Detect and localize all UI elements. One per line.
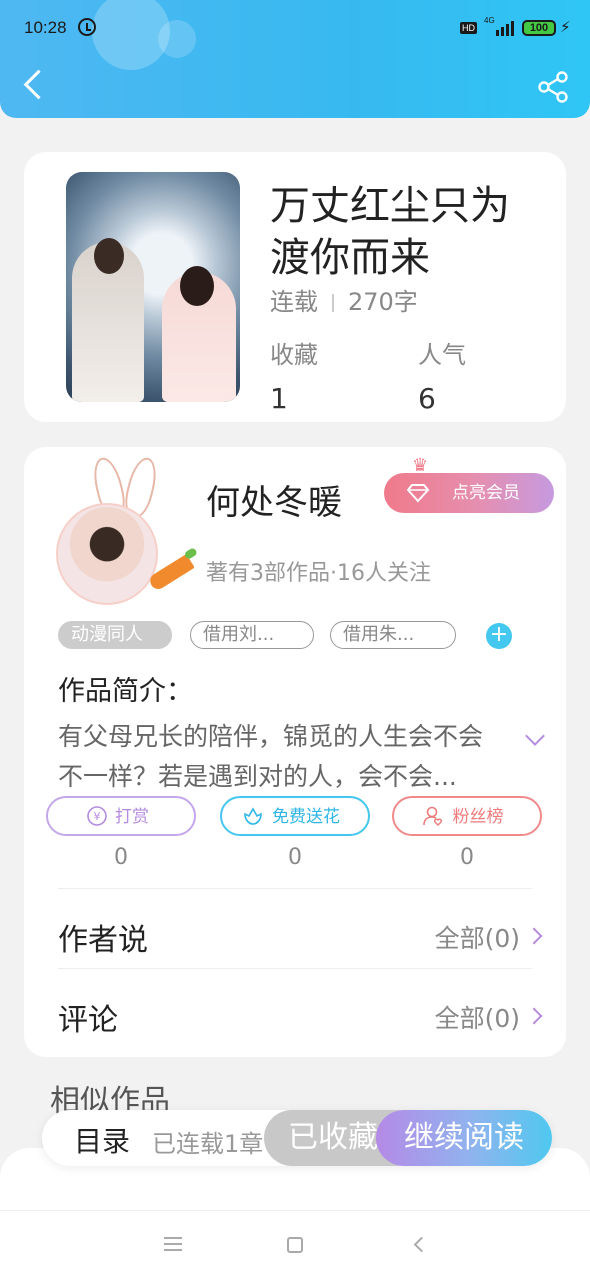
- book-status: 连载: [270, 288, 318, 316]
- book-title: 万丈红尘只为渡你而来: [270, 183, 510, 281]
- tag-item[interactable]: 动漫同人: [58, 621, 172, 649]
- diamond-icon: [406, 484, 430, 503]
- toc-button[interactable]: 目录: [74, 1120, 130, 1160]
- flower-count: 0: [288, 845, 302, 870]
- fan-ranking-button[interactable]: 粉丝榜: [392, 796, 542, 836]
- home-icon[interactable]: [287, 1237, 303, 1253]
- comments-all[interactable]: 全部(0): [435, 999, 520, 1035]
- author-card: 何处冬暖 ♛ 点亮会员 著有3部作品·16人关注 动漫同人 借用刘... 借用朱…: [24, 447, 566, 1057]
- popularity-value: 6: [418, 382, 436, 415]
- menu-icon[interactable]: [164, 1237, 182, 1251]
- chevron-down-icon[interactable]: [525, 726, 545, 746]
- battery-icon: 100: [522, 20, 556, 36]
- continue-reading-button[interactable]: 继续阅读: [376, 1110, 552, 1166]
- divider: [58, 968, 532, 969]
- share-icon[interactable]: [536, 70, 570, 104]
- fan-icon: [423, 806, 442, 826]
- bottom-action-bar: 目录 已连载1章 已收藏 继续阅读: [42, 1110, 552, 1166]
- tag-item[interactable]: 借用刘...: [190, 621, 314, 649]
- status-bar: 10:28 HD 4G 100 ⚡: [0, 0, 590, 56]
- hd-icon: HD: [460, 22, 477, 34]
- yen-icon: ¥: [87, 806, 107, 826]
- status-time: 10:28: [24, 18, 67, 37]
- back-icon[interactable]: [20, 68, 50, 102]
- flower-icon: [244, 807, 262, 825]
- divider: [58, 888, 532, 889]
- tip-count: 0: [114, 845, 128, 870]
- add-tag-button[interactable]: +: [486, 623, 512, 649]
- signal-icon: [484, 18, 516, 36]
- chapter-count: 已连载1章: [152, 1130, 264, 1158]
- author-stats: 著有3部作品·16人关注: [206, 561, 431, 586]
- system-nav-bar: [0, 1210, 590, 1280]
- book-word-count: 270字: [348, 288, 418, 316]
- book-cover[interactable]: [66, 172, 240, 402]
- tag-item[interactable]: 借用朱...: [330, 621, 456, 649]
- tip-button[interactable]: 打赏: [46, 796, 196, 836]
- svg-text:¥: ¥: [94, 810, 101, 823]
- author-says-label: 作者说: [58, 923, 148, 958]
- favorites-label: 收藏: [270, 341, 318, 369]
- favorites-value: 1: [270, 382, 288, 415]
- fan-count: 0: [460, 845, 474, 870]
- author-says-all[interactable]: 全部(0): [435, 919, 520, 955]
- book-info-card: 万丈红尘只为渡你而来 连载 270字 收藏 1 人气 6: [24, 152, 566, 422]
- app-header: 10:28 HD 4G 100 ⚡: [0, 0, 590, 118]
- book-meta: 连载 270字: [270, 282, 418, 317]
- author-name[interactable]: 何处冬暖: [206, 475, 342, 524]
- intro-label: 作品简介：: [58, 676, 193, 707]
- popularity-label: 人气: [418, 341, 466, 369]
- chevron-right-icon: [525, 927, 543, 945]
- back-nav-icon[interactable]: [413, 1236, 430, 1253]
- comments-label: 评论: [58, 1003, 118, 1038]
- intro-text: 有父母兄长的陪伴，锦觅的人生会不会不一样？若是遇到对的人，会不会...: [58, 722, 484, 791]
- alarm-icon: [78, 18, 96, 36]
- charging-icon: ⚡: [560, 18, 571, 36]
- chevron-right-icon: [525, 1007, 543, 1025]
- author-avatar[interactable]: [52, 454, 195, 607]
